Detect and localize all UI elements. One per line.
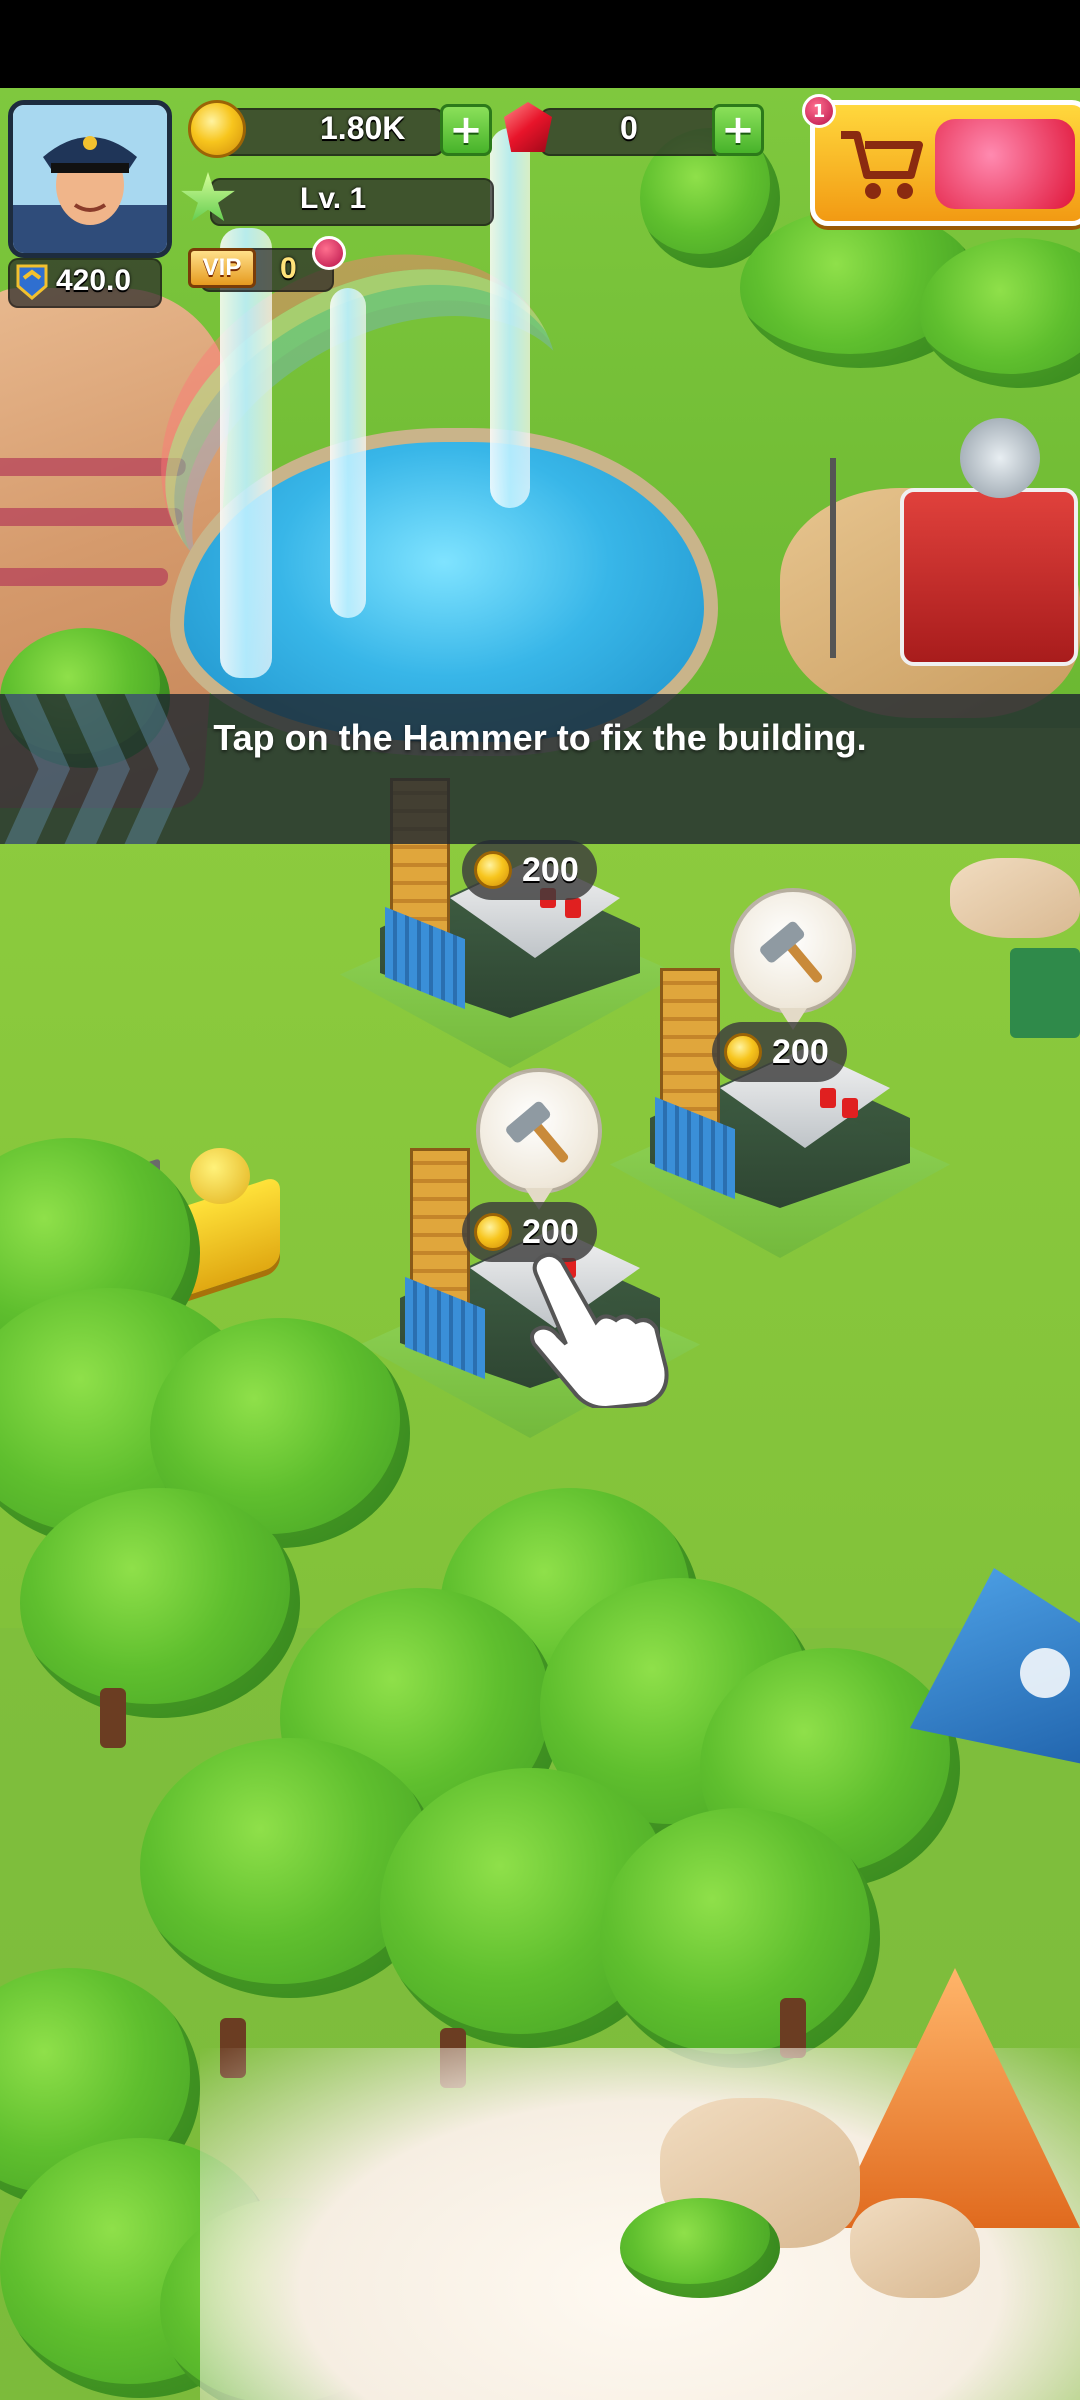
repair-cost: 200	[522, 850, 579, 889]
gold-coin-icon	[724, 1033, 762, 1071]
tutorial-banner: Tap on the Hammer to fix the building.	[0, 694, 1080, 844]
gem-count: 0	[620, 110, 638, 146]
repair-cost: 200	[772, 1032, 829, 1071]
tree	[20, 1488, 300, 1718]
bush	[620, 2198, 780, 2298]
radar-building[interactable]	[900, 488, 1078, 666]
rock	[950, 858, 1080, 938]
star-emblem-icon	[1020, 1648, 1070, 1698]
gold-coin-icon	[188, 100, 246, 158]
game-scene[interactable]: 200 200 200	[0, 88, 1080, 2400]
supply-crate	[1010, 948, 1080, 1038]
repair-hammer-button[interactable]	[730, 888, 856, 1030]
gold-coin-icon	[474, 851, 512, 889]
add-gems-button[interactable]: +	[712, 104, 764, 156]
repair-cost-pill: 200	[462, 840, 597, 900]
dozer-cab	[190, 1148, 250, 1204]
pointing-hand-icon	[530, 1252, 669, 1408]
coin-count: 1.80K	[320, 110, 406, 146]
captain-avatar-icon	[13, 105, 167, 253]
chevron-rank-icon	[16, 264, 48, 300]
power-rating: 420.0	[56, 264, 132, 297]
waterfall	[330, 288, 366, 618]
status-bar	[0, 0, 1080, 88]
repair-cost-pill: 200	[712, 1022, 847, 1082]
gold-coin-icon	[474, 1213, 512, 1251]
tree-trunk	[100, 1688, 126, 1748]
vip-level: 0	[280, 252, 297, 285]
gem-pile-icon	[935, 119, 1075, 209]
player-avatar[interactable]	[8, 100, 172, 258]
waterfall	[220, 228, 272, 678]
tutorial-message: Tap on the Hammer to fix the building.	[213, 717, 867, 758]
boulder	[850, 2198, 980, 2298]
hammer-icon	[506, 1101, 569, 1163]
vip-notification-dot	[312, 236, 346, 270]
tree	[600, 1808, 880, 2068]
vip-badge[interactable]: VIP	[188, 248, 256, 288]
add-coins-button[interactable]: +	[440, 104, 492, 156]
shop-notification-badge: 1	[802, 94, 836, 128]
waterfall	[490, 128, 530, 508]
radar-dish-icon	[960, 418, 1040, 498]
shop-cart-icon	[841, 131, 923, 199]
shop-button[interactable]	[810, 100, 1080, 226]
player-level: Lv. 1	[300, 182, 367, 215]
repair-hammer-button[interactable]	[476, 1068, 602, 1210]
chevron-arrows-icon	[0, 694, 200, 844]
antenna	[830, 458, 836, 658]
hammer-icon	[760, 921, 823, 983]
